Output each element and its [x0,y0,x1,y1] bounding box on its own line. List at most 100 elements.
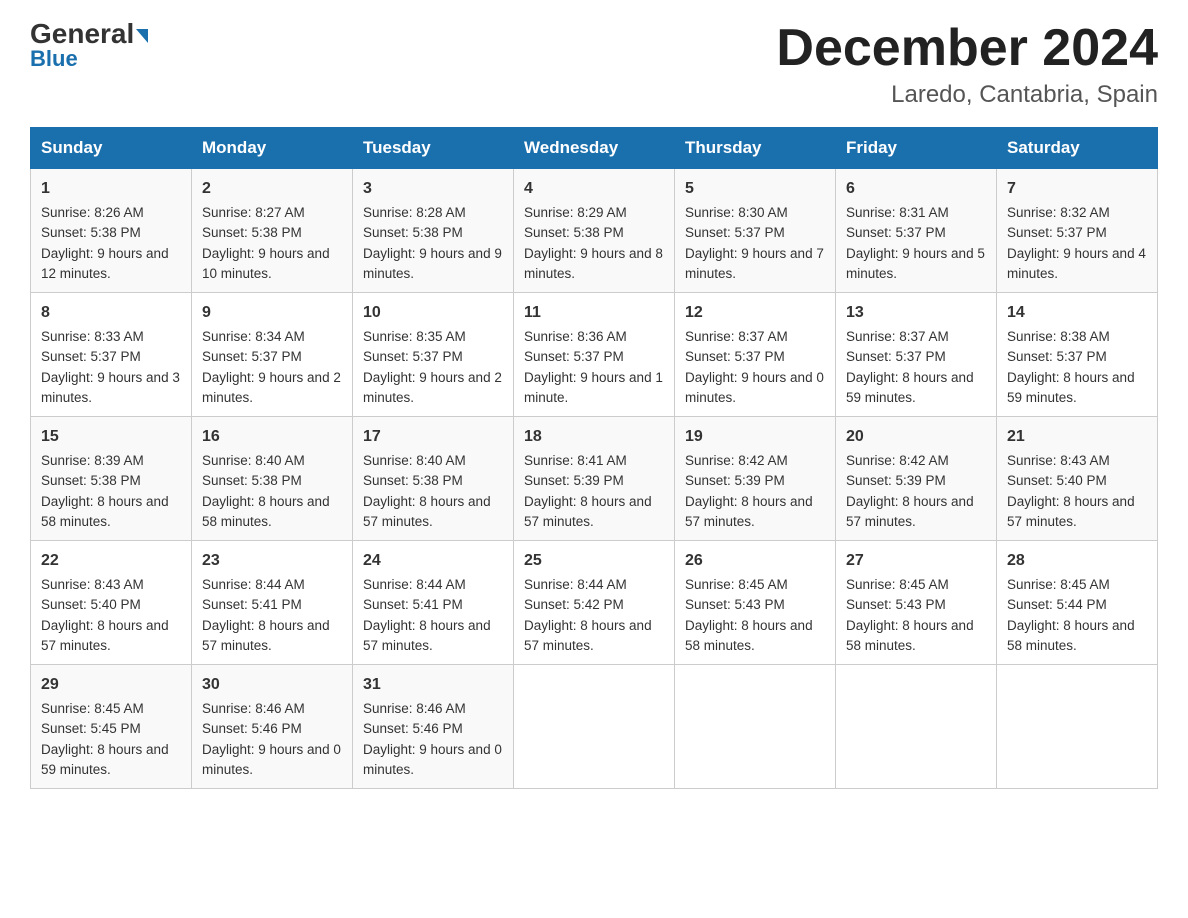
daylight-text: Daylight: 9 hours and 3 minutes. [41,370,180,405]
header-thursday: Thursday [675,128,836,169]
sunset-text: Sunset: 5:38 PM [202,473,302,488]
sunrise-text: Sunrise: 8:45 AM [41,701,144,716]
sunrise-text: Sunrise: 8:44 AM [202,577,305,592]
calendar-week-1: 1Sunrise: 8:26 AMSunset: 5:38 PMDaylight… [31,169,1158,293]
day-number: 17 [363,425,503,449]
calendar-cell: 3Sunrise: 8:28 AMSunset: 5:38 PMDaylight… [353,169,514,293]
calendar-header-row: SundayMondayTuesdayWednesdayThursdayFrid… [31,128,1158,169]
sunset-text: Sunset: 5:38 PM [41,225,141,240]
daylight-text: Daylight: 8 hours and 59 minutes. [41,742,169,777]
daylight-text: Daylight: 8 hours and 57 minutes. [202,618,330,653]
daylight-text: Daylight: 8 hours and 57 minutes. [1007,494,1135,529]
sunrise-text: Sunrise: 8:45 AM [846,577,949,592]
calendar-cell: 26 Sunrise: 8:45 AM Sunset: 5:43 PM Dayligh… [675,541,836,665]
sunset-text: Sunset: 5:38 PM [524,225,624,240]
sunrise-text: Sunrise: 8:43 AM [41,577,144,592]
sunrise-text: Sunrise: 8:27 AM [202,205,305,220]
sunrise-text: Sunrise: 8:33 AM [41,329,144,344]
sunset-text: Sunset: 5:41 PM [363,597,463,612]
sunset-text: Sunset: 5:37 PM [846,349,946,364]
sunrise-text: Sunrise: 8:39 AM [41,453,144,468]
header-monday: Monday [192,128,353,169]
daylight-text: Daylight: 9 hours and 0 minutes. [685,370,824,405]
sunset-text: Sunset: 5:43 PM [685,597,785,612]
header-friday: Friday [836,128,997,169]
day-number: 27 [846,549,986,573]
sunrise-text: Sunrise: 8:42 AM [685,453,788,468]
calendar-cell [675,665,836,789]
sunset-text: Sunset: 5:39 PM [685,473,785,488]
sunset-text: Sunset: 5:38 PM [363,225,463,240]
day-number: 29 [41,673,181,697]
daylight-text: Daylight: 8 hours and 58 minutes. [685,618,813,653]
daylight-text: Daylight: 8 hours and 58 minutes. [1007,618,1135,653]
calendar-cell: 25Sunrise: 8:44 AMSunset: 5:42 PMDayligh… [514,541,675,665]
calendar-week-5: 29 Sunrise: 8:45 AM Sunset: 5:45 PM Dayligh… [31,665,1158,789]
calendar-cell: 22 Sunrise: 8:43 AM Sunset: 5:40 PM Dayligh… [31,541,192,665]
day-number: 24 [363,549,503,573]
day-number: 14 [1007,301,1147,325]
daylight-text: Daylight: 9 hours and 8 minutes. [524,246,663,281]
sunset-text: Sunset: 5:45 PM [41,721,141,736]
day-number: 28 [1007,549,1147,573]
day-number: 6 [846,177,986,201]
calendar-week-4: 22 Sunrise: 8:43 AM Sunset: 5:40 PM Dayligh… [31,541,1158,665]
sunset-text: Sunset: 5:37 PM [202,349,302,364]
day-number: 7 [1007,177,1147,201]
calendar-cell: 8Sunrise: 8:33 AMSunset: 5:37 PMDaylight… [31,293,192,417]
calendar-cell: 11Sunrise: 8:36 AMSunset: 5:37 PMDayligh… [514,293,675,417]
sunset-text: Sunset: 5:37 PM [524,349,624,364]
calendar-cell: 14Sunrise: 8:38 AMSunset: 5:37 PMDayligh… [997,293,1158,417]
calendar-cell [836,665,997,789]
day-number: 22 [41,549,181,573]
calendar-cell: 6Sunrise: 8:31 AMSunset: 5:37 PMDaylight… [836,169,997,293]
calendar-cell: 16Sunrise: 8:40 AMSunset: 5:38 PMDayligh… [192,417,353,541]
day-number: 25 [524,549,664,573]
sunset-text: Sunset: 5:38 PM [41,473,141,488]
day-number: 15 [41,425,181,449]
day-number: 11 [524,301,664,325]
calendar-cell: 30Sunrise: 8:46 AMSunset: 5:46 PMDayligh… [192,665,353,789]
calendar-cell [514,665,675,789]
daylight-text: Daylight: 9 hours and 10 minutes. [202,246,330,281]
sunset-text: Sunset: 5:37 PM [685,225,785,240]
sunset-text: Sunset: 5:37 PM [846,225,946,240]
day-number: 13 [846,301,986,325]
logo-blue: Blue [30,46,78,72]
sunset-text: Sunset: 5:41 PM [202,597,302,612]
calendar-cell: 12Sunrise: 8:37 AMSunset: 5:37 PMDayligh… [675,293,836,417]
day-number: 19 [685,425,825,449]
daylight-text: Daylight: 8 hours and 57 minutes. [363,494,491,529]
sunset-text: Sunset: 5:37 PM [1007,349,1107,364]
header-saturday: Saturday [997,128,1158,169]
daylight-text: Daylight: 8 hours and 58 minutes. [846,618,974,653]
day-number: 30 [202,673,342,697]
daylight-text: Daylight: 8 hours and 58 minutes. [202,494,330,529]
sunrise-text: Sunrise: 8:45 AM [1007,577,1110,592]
sunset-text: Sunset: 5:39 PM [846,473,946,488]
calendar-table: SundayMondayTuesdayWednesdayThursdayFrid… [30,127,1158,789]
sunset-text: Sunset: 5:42 PM [524,597,624,612]
sunset-text: Sunset: 5:37 PM [685,349,785,364]
sunrise-text: Sunrise: 8:41 AM [524,453,627,468]
sunrise-text: Sunrise: 8:45 AM [685,577,788,592]
day-number: 23 [202,549,342,573]
calendar-cell: 1Sunrise: 8:26 AMSunset: 5:38 PMDaylight… [31,169,192,293]
calendar-cell: 19Sunrise: 8:42 AMSunset: 5:39 PMDayligh… [675,417,836,541]
daylight-text: Daylight: 9 hours and 2 minutes. [202,370,341,405]
daylight-text: Daylight: 9 hours and 12 minutes. [41,246,169,281]
day-number: 26 [685,549,825,573]
calendar-cell [997,665,1158,789]
page-header: General Blue December 2024 Laredo, Canta… [30,20,1158,109]
sunset-text: Sunset: 5:40 PM [41,597,141,612]
daylight-text: Daylight: 9 hours and 0 minutes. [202,742,341,777]
day-number: 21 [1007,425,1147,449]
daylight-text: Daylight: 8 hours and 57 minutes. [524,618,652,653]
sunrise-text: Sunrise: 8:35 AM [363,329,466,344]
calendar-cell: 18Sunrise: 8:41 AMSunset: 5:39 PMDayligh… [514,417,675,541]
daylight-text: Daylight: 8 hours and 57 minutes. [41,618,169,653]
day-number: 1 [41,177,181,201]
day-number: 10 [363,301,503,325]
daylight-text: Daylight: 9 hours and 0 minutes. [363,742,502,777]
sunset-text: Sunset: 5:38 PM [363,473,463,488]
